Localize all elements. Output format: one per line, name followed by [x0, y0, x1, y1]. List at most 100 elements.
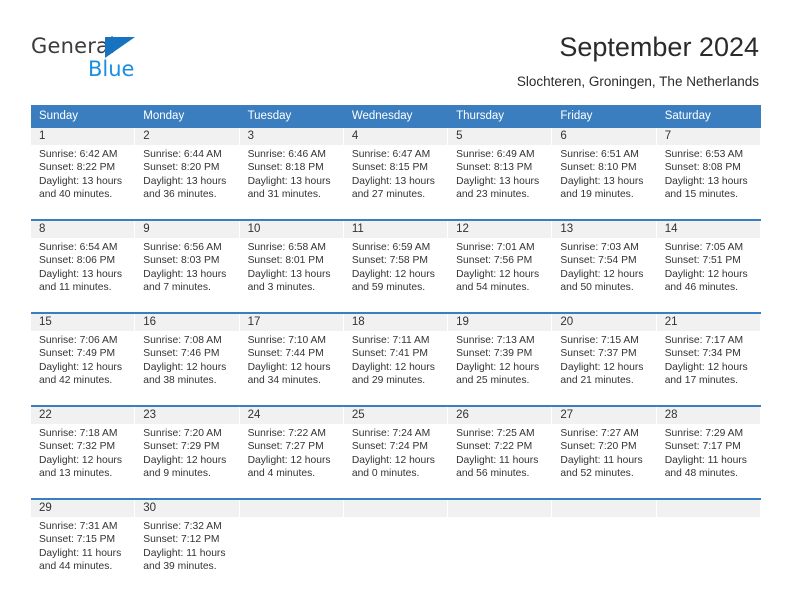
- daylight-duration-line2: and 42 minutes.: [39, 375, 113, 387]
- calendar-grid: Sunday Monday Tuesday Wednesday Thursday…: [31, 105, 761, 591]
- calendar-day-cell[interactable]: 24 Sunrise: 7:22 AM Sunset: 7:27 PM Dayligh…: [239, 407, 344, 498]
- day-details: Sunrise: 6:46 AM Sunset: 8:18 PM Daylight:…: [240, 145, 343, 202]
- daylight-duration-line2: and 50 minutes.: [560, 282, 634, 294]
- calendar-day-cell[interactable]: 11 Sunrise: 6:59 AM Sunset: 7:58 PM Dayligh…: [343, 221, 449, 312]
- calendar-day-cell[interactable]: 6 Sunrise: 6:51 AM Sunset: 8:10 PM Daylight…: [552, 128, 657, 219]
- day-details: Sunrise: 7:29 AM Sunset: 7:17 PM Daylight:…: [657, 424, 760, 481]
- daylight-duration-line2: and 27 minutes.: [351, 189, 426, 201]
- calendar-day-cell[interactable]: 29 Sunrise: 7:31 AM Sunset: 7:15 PM Dayligh…: [31, 500, 136, 591]
- daylight-duration-line1: Daylight: 13 hours: [560, 175, 644, 187]
- sunset-time: Sunset: 8:03 PM: [143, 255, 220, 267]
- calendar-day-cell[interactable]: 26 Sunrise: 7:25 AM Sunset: 7:22 PM Dayligh…: [448, 407, 553, 498]
- calendar-day-cell[interactable]: 17 Sunrise: 7:10 AM Sunset: 7:44 PM Dayligh…: [239, 314, 344, 405]
- weekday-thursday: Thursday: [456, 110, 505, 122]
- daylight-duration-line2: and 36 minutes.: [143, 189, 217, 201]
- calendar-day-cell[interactable]: 2 Sunrise: 6:44 AM Sunset: 8:20 PM Daylight…: [135, 128, 240, 219]
- sunset-time: Sunset: 8:15 PM: [351, 162, 428, 174]
- calendar-day-cell[interactable]: 30 Sunrise: 7:32 AM Sunset: 7:12 PM Dayligh…: [135, 500, 240, 591]
- sunset-time: Sunset: 7:20 PM: [560, 441, 637, 453]
- daylight-duration-line2: and 56 minutes.: [456, 468, 530, 480]
- sunset-time: Sunset: 8:08 PM: [664, 162, 741, 174]
- daylight-duration-line2: and 31 minutes.: [247, 189, 321, 201]
- calendar-week-row: 1 Sunrise: 6:42 AM Sunset: 8:22 PM Daylight…: [31, 128, 761, 219]
- general-blue-logo[interactable]: General Blue: [31, 36, 231, 86]
- sunset-time: Sunset: 7:49 PM: [39, 348, 116, 360]
- sunrise-time: Sunrise: 6:59 AM: [351, 242, 431, 253]
- calendar-day-cell[interactable]: 16 Sunrise: 7:08 AM Sunset: 7:46 PM Dayligh…: [135, 314, 240, 405]
- calendar-day-cell-empty: [656, 500, 761, 591]
- day-details: [344, 517, 447, 520]
- day-number: 19: [448, 314, 552, 331]
- daylight-duration-line1: Daylight: 12 hours: [39, 361, 122, 373]
- day-number: 22: [31, 407, 135, 424]
- daylight-duration-line1: Daylight: 12 hours: [143, 454, 227, 466]
- weekday-monday: Monday: [143, 110, 185, 122]
- day-number: [656, 500, 760, 517]
- sunrise-time: Sunrise: 7:05 AM: [664, 242, 744, 253]
- daylight-duration-line2: and 15 minutes.: [664, 189, 738, 201]
- calendar-day-cell[interactable]: 21 Sunrise: 7:17 AM Sunset: 7:34 PM Dayligh…: [656, 314, 761, 405]
- triangle-icon: [105, 37, 135, 58]
- weekday-friday: Friday: [560, 110, 593, 122]
- calendar-day-cell[interactable]: 22 Sunrise: 7:18 AM Sunset: 7:32 PM Dayligh…: [31, 407, 136, 498]
- calendar-day-cell[interactable]: 14 Sunrise: 7:05 AM Sunset: 7:51 PM Dayligh…: [656, 221, 761, 312]
- day-details: Sunrise: 7:15 AM Sunset: 7:37 PM Daylight:…: [552, 331, 655, 388]
- calendar-day-cell[interactable]: 19 Sunrise: 7:13 AM Sunset: 7:39 PM Dayligh…: [448, 314, 553, 405]
- calendar-day-cell-empty: [239, 500, 344, 591]
- daylight-duration-line1: Daylight: 13 hours: [39, 175, 122, 187]
- calendar-day-cell[interactable]: 1 Sunrise: 6:42 AM Sunset: 8:22 PM Daylight…: [31, 128, 136, 219]
- day-details: [552, 517, 655, 520]
- calendar-day-cell[interactable]: 10 Sunrise: 6:58 AM Sunset: 8:01 PM Dayligh…: [239, 221, 344, 312]
- calendar-day-cell[interactable]: 5 Sunrise: 6:49 AM Sunset: 8:13 PM Daylight…: [448, 128, 553, 219]
- day-number: 17: [239, 314, 343, 331]
- sunset-time: Sunset: 7:58 PM: [351, 255, 428, 267]
- daylight-duration-line2: and 4 minutes.: [247, 468, 316, 480]
- day-details: Sunrise: 6:49 AM Sunset: 8:13 PM Daylight:…: [448, 145, 551, 202]
- weekday-sunday: Sunday: [39, 110, 79, 122]
- sunrise-time: Sunrise: 7:10 AM: [247, 335, 326, 346]
- sunset-time: Sunset: 7:32 PM: [39, 441, 116, 453]
- sunset-time: Sunset: 7:27 PM: [247, 441, 324, 453]
- sunset-time: Sunset: 7:34 PM: [664, 348, 741, 360]
- sunrise-time: Sunrise: 6:58 AM: [247, 242, 326, 253]
- sunrise-time: Sunrise: 7:01 AM: [456, 242, 535, 253]
- sunset-time: Sunset: 8:22 PM: [39, 162, 116, 174]
- sunrise-time: Sunrise: 7:31 AM: [39, 521, 118, 532]
- calendar-day-cell[interactable]: 27 Sunrise: 7:27 AM Sunset: 7:20 PM Dayligh…: [552, 407, 657, 498]
- daylight-duration-line1: Daylight: 13 hours: [39, 268, 122, 280]
- day-number: 4: [343, 128, 448, 145]
- sunrise-time: Sunrise: 6:46 AM: [247, 149, 326, 160]
- calendar-day-cell[interactable]: 3 Sunrise: 6:46 AM Sunset: 8:18 PM Daylight…: [239, 128, 344, 219]
- sunset-time: Sunset: 7:12 PM: [143, 534, 220, 546]
- day-details: Sunrise: 7:06 AM Sunset: 7:49 PM Daylight:…: [31, 331, 134, 388]
- sunrise-time: Sunrise: 6:49 AM: [456, 149, 535, 160]
- daylight-duration-line2: and 0 minutes.: [351, 468, 420, 480]
- calendar-day-cell[interactable]: 15 Sunrise: 7:06 AM Sunset: 7:49 PM Dayligh…: [31, 314, 136, 405]
- calendar-day-cell-empty: [448, 500, 553, 591]
- calendar-day-cell[interactable]: 18 Sunrise: 7:11 AM Sunset: 7:41 PM Dayligh…: [343, 314, 449, 405]
- calendar-day-cell[interactable]: 25 Sunrise: 7:24 AM Sunset: 7:24 PM Dayligh…: [343, 407, 449, 498]
- calendar-day-cell[interactable]: 12 Sunrise: 7:01 AM Sunset: 7:56 PM Dayligh…: [448, 221, 553, 312]
- page-subtitle: Slochteren, Groningen, The Netherlands: [516, 74, 759, 89]
- sunset-time: Sunset: 8:18 PM: [247, 162, 324, 174]
- daylight-duration-line1: Daylight: 11 hours: [39, 547, 122, 559]
- logo-general-text: General: [31, 34, 116, 58]
- calendar-day-cell[interactable]: 7 Sunrise: 6:53 AM Sunset: 8:08 PM Daylight…: [656, 128, 761, 219]
- calendar-day-cell[interactable]: 9 Sunrise: 6:56 AM Sunset: 8:03 PM Daylight…: [135, 221, 240, 312]
- calendar-day-cell[interactable]: 20 Sunrise: 7:15 AM Sunset: 7:37 PM Dayligh…: [552, 314, 657, 405]
- sunset-time: Sunset: 8:20 PM: [143, 162, 220, 174]
- sunrise-time: Sunrise: 6:56 AM: [143, 242, 222, 253]
- daylight-duration-line1: Daylight: 12 hours: [39, 454, 122, 466]
- sunrise-time: Sunrise: 6:44 AM: [143, 149, 222, 160]
- daylight-duration-line2: and 39 minutes.: [143, 561, 217, 573]
- sunrise-time: Sunrise: 7:13 AM: [456, 335, 535, 346]
- calendar-day-cell[interactable]: 8 Sunrise: 6:54 AM Sunset: 8:06 PM Daylight…: [31, 221, 136, 312]
- calendar-day-cell[interactable]: 4 Sunrise: 6:47 AM Sunset: 8:15 PM Daylight…: [343, 128, 449, 219]
- daylight-duration-line1: Daylight: 12 hours: [664, 361, 748, 373]
- daylight-duration-line1: Daylight: 11 hours: [664, 454, 747, 466]
- day-details: Sunrise: 6:53 AM Sunset: 8:08 PM Daylight:…: [657, 145, 760, 202]
- page-title: September 2024: [559, 32, 759, 62]
- calendar-day-cell[interactable]: 23 Sunrise: 7:20 AM Sunset: 7:29 PM Dayligh…: [135, 407, 240, 498]
- calendar-day-cell[interactable]: 13 Sunrise: 7:03 AM Sunset: 7:54 PM Dayligh…: [552, 221, 657, 312]
- calendar-day-cell[interactable]: 28 Sunrise: 7:29 AM Sunset: 7:17 PM Dayligh…: [656, 407, 761, 498]
